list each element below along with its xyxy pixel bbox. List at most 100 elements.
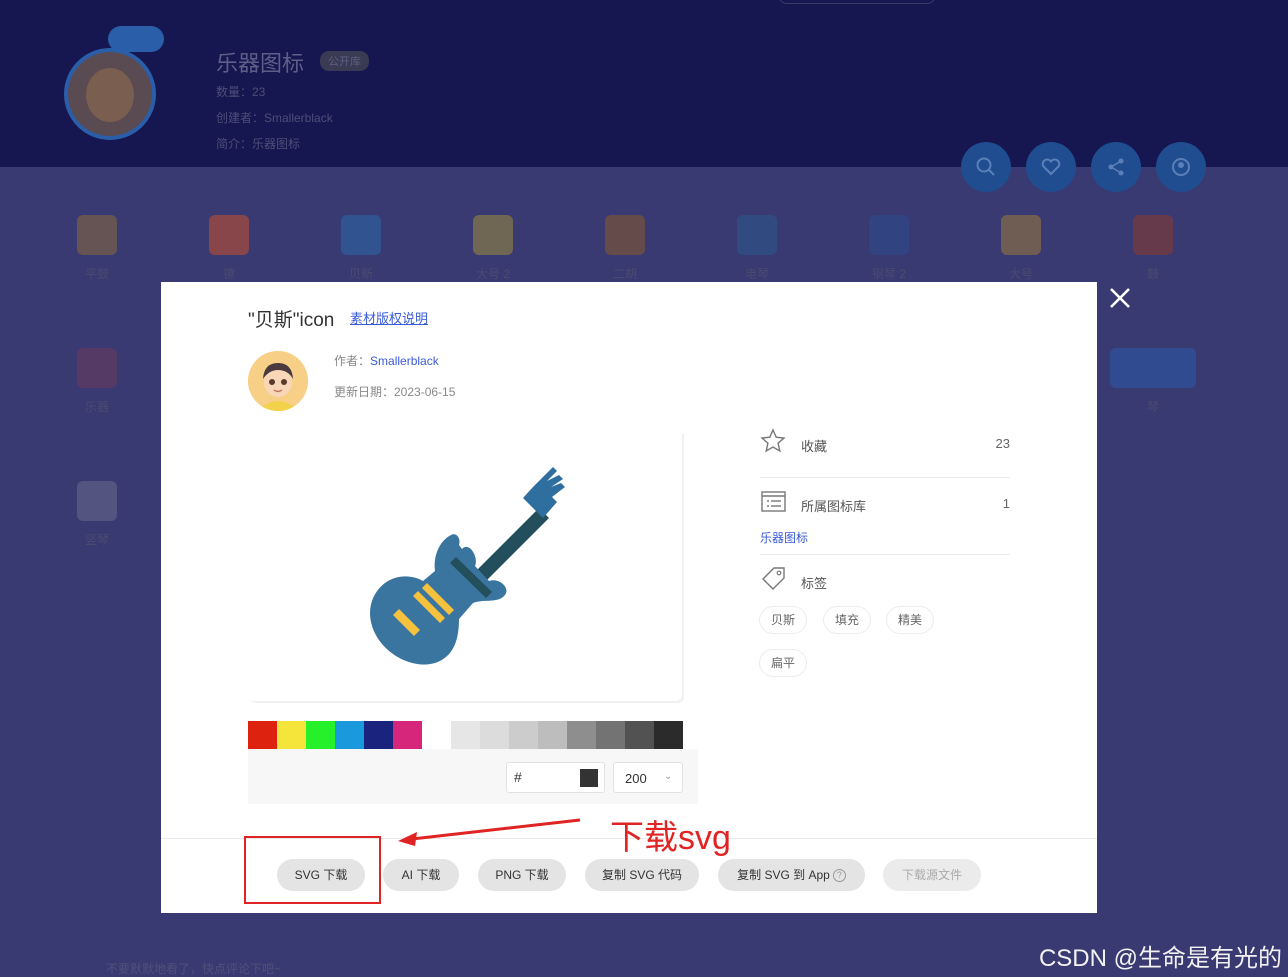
comment-prompt: 不要默默地看了，快点评论下吧~ [106, 962, 282, 976]
author-avatar[interactable] [248, 351, 308, 411]
grid-icon-item[interactable]: 电琴 [717, 215, 797, 282]
share-icon [1108, 158, 1124, 176]
grid-icon-item[interactable]: 大号 2 [453, 215, 533, 282]
share-button[interactable] [1091, 142, 1141, 192]
grid-icon-label: 镲 [222, 267, 235, 281]
grid-icon-label: 琴 [1146, 400, 1159, 414]
color-size-controls: # 200 ⌄ [248, 749, 698, 804]
tag-chip[interactable]: 贝斯 [760, 607, 807, 633]
drum-icon [77, 215, 117, 255]
color-swatch[interactable] [422, 721, 451, 749]
color-swatch[interactable] [538, 721, 567, 749]
color-swatch[interactable] [277, 721, 306, 749]
grid-icon-label: 平鼓 [84, 267, 109, 281]
keyboard-icon [1110, 348, 1196, 388]
bass-icon [341, 215, 381, 255]
color-swatch[interactable] [393, 721, 422, 749]
favorite-collection-button[interactable] [1026, 142, 1076, 192]
annotation-arrow-icon [398, 818, 581, 846]
collection-avatar [64, 48, 156, 140]
favorite-count: 23 [995, 436, 1010, 451]
size-select[interactable]: 200 ⌄ [613, 762, 683, 793]
collection-intro: 简介：乐器图标 [216, 137, 301, 151]
color-swatch[interactable] [451, 721, 480, 749]
avatar-illustration [248, 351, 308, 411]
grid-icon-item[interactable]: 钢琴 2 [849, 215, 929, 282]
color-swatch[interactable] [654, 721, 683, 749]
copy-svg-to-app-label: 复制 SVG 到 App [737, 868, 830, 882]
size-value: 200 [625, 771, 647, 786]
gong-icon [1133, 215, 1173, 255]
color-swatch[interactable] [625, 721, 654, 749]
library-link[interactable]: 乐器图标 [760, 529, 808, 546]
color-swatch[interactable] [306, 721, 335, 749]
grid-icon-item[interactable]: 鼓 [1113, 215, 1193, 282]
grid-icon-label: 大号 2 [475, 267, 510, 281]
collection-title: 乐器图标 [216, 51, 305, 76]
close-modal-button[interactable] [1104, 282, 1136, 314]
color-swatch[interactable] [335, 721, 364, 749]
color-swatch[interactable] [567, 721, 596, 749]
png-download-button[interactable]: PNG 下载 [478, 859, 566, 891]
library-count: 1 [1002, 496, 1010, 511]
collection-header: 乐器图标 公开库 数量：23 创建者：Smallerblack 简介：乐器图标 [0, 0, 1288, 192]
grid-icon-item[interactable]: 二胡 [585, 215, 665, 282]
watermark: CSDN @生命是有光的 [1038, 945, 1282, 972]
annotation-highlight-box [244, 836, 381, 904]
grid-icon-item[interactable]: 大号 [981, 215, 1061, 282]
bagpipe-icon [77, 348, 117, 388]
tag-icon [762, 567, 785, 590]
harp-icon [77, 481, 117, 521]
grid-icon-item[interactable]: 琴 [1110, 348, 1196, 415]
grid-icon-label: 二胡 [612, 267, 637, 281]
hex-color-input[interactable]: # [506, 762, 605, 793]
cymbal-icon [209, 215, 249, 255]
top-search-pill[interactable] [778, 0, 936, 4]
favorite-label: 收藏 [801, 439, 828, 454]
tag-chip[interactable]: 扁平 [760, 650, 807, 676]
star-icon [760, 428, 786, 453]
color-swatch[interactable] [596, 721, 625, 749]
copy-svg-code-button[interactable]: 复制 SVG 代码 [585, 859, 699, 891]
search-button[interactable] [961, 142, 1011, 192]
copyright-link[interactable]: 素材版权说明 [350, 308, 428, 327]
color-swatch[interactable] [509, 721, 538, 749]
grid-icon-label: 大号 [1008, 267, 1033, 281]
grid-icon-item[interactable]: 贝斯 [321, 215, 401, 282]
ai-download-button[interactable]: AI 下载 [383, 859, 459, 891]
heart-icon [1041, 158, 1061, 176]
library-list-icon [761, 491, 786, 512]
erhu-icon [605, 215, 645, 255]
grid-icon-item[interactable]: 镲 [189, 215, 269, 282]
hex-prefix: # [514, 769, 522, 785]
grid-icon-label: 乐器 [84, 400, 109, 414]
grid-icon-item[interactable]: 乐器 [57, 348, 137, 415]
annotation-label: 下载svg [610, 819, 731, 857]
author-prefix: 作者： [334, 354, 371, 368]
color-swatch[interactable] [364, 721, 393, 749]
grid-icon-item[interactable]: 平鼓 [57, 215, 137, 282]
library-label: 所属图标库 [801, 499, 867, 514]
tag-chip[interactable]: 填充 [824, 607, 871, 633]
collection-badge: 公开库 [320, 51, 369, 71]
copy-svg-to-app-button[interactable]: 复制 SVG 到 App? [718, 859, 865, 891]
more-button[interactable] [1156, 142, 1206, 192]
library-row: 所属图标库 1 [760, 487, 1010, 517]
tag-chip[interactable]: 精美 [887, 607, 934, 633]
favorite-row[interactable]: 收藏 23 [760, 427, 1010, 457]
help-icon[interactable]: ? [832, 869, 846, 882]
color-swatch[interactable] [480, 721, 509, 749]
piano-icon [869, 215, 909, 255]
author-link[interactable]: Smallerblack [370, 354, 439, 368]
keytar-icon [737, 215, 777, 255]
tags-row: 标签 [760, 564, 1010, 594]
divider [760, 477, 1010, 478]
collection-creator: 创建者：Smallerblack [216, 111, 333, 125]
grid-icon-label: 竖琴 [84, 533, 109, 547]
current-color-chip[interactable] [580, 769, 598, 787]
grid-icon-label: 鼓 [1146, 267, 1159, 281]
color-swatch[interactable] [248, 721, 277, 749]
grid-icon-item[interactable]: 竖琴 [57, 481, 137, 548]
download-source-button[interactable]: 下载源文件 [883, 859, 981, 891]
search-icon [976, 157, 995, 176]
